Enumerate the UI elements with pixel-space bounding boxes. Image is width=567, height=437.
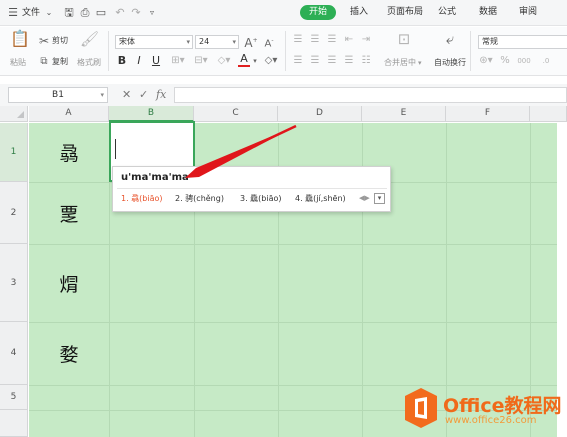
watermark-title: Office教程网: [443, 395, 562, 417]
watermark-url: www.office26.com: [445, 415, 537, 426]
office26-watermark: Office教程网 www.office26.com: [403, 387, 567, 435]
office-logo-icon: [405, 388, 437, 428]
annotation-arrow: [185, 124, 297, 178]
